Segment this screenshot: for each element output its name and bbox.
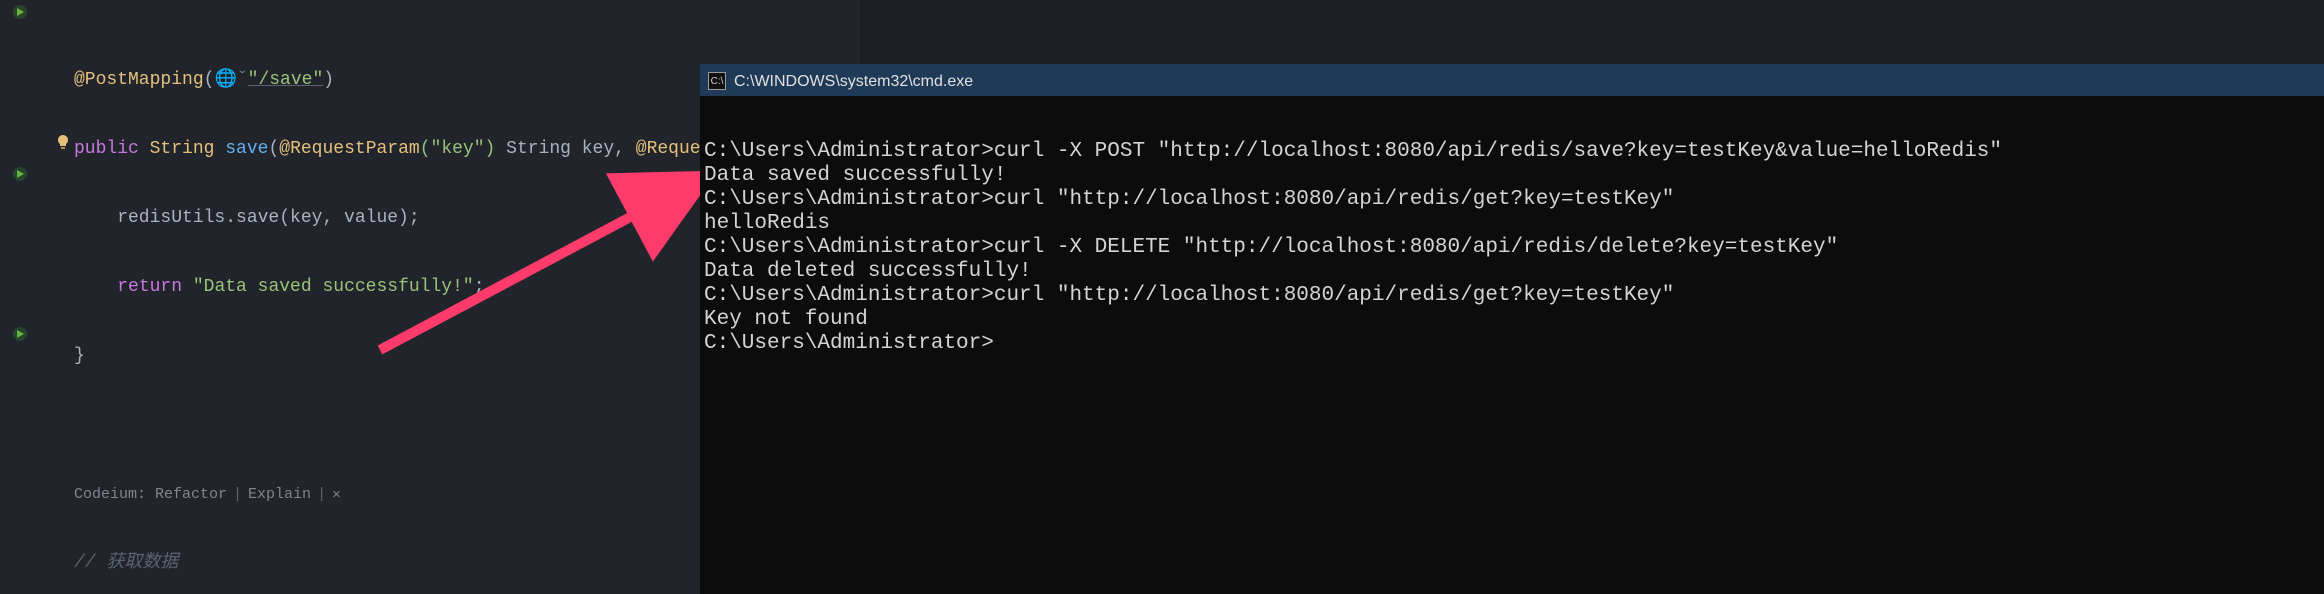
close-icon[interactable]: × (332, 483, 341, 506)
term-line: C:\Users\Administrator>curl -X POST "htt… (704, 140, 2002, 163)
term-line: C:\Users\Administrator> (704, 332, 994, 355)
cmd-title-text: C:\WINDOWS\system32\cmd.exe (734, 70, 973, 93)
annotation: @PostMapping (74, 70, 204, 90)
globe-icon[interactable]: 🌐ˇ (214, 69, 247, 92)
spring-run-icon[interactable] (12, 4, 28, 20)
term-line: Data saved successfully! (704, 164, 1006, 187)
spring-run-icon[interactable] (12, 326, 28, 342)
spring-run-icon[interactable] (12, 166, 28, 182)
url-literal: "/save" (248, 70, 324, 90)
editor-shade (860, 0, 2324, 64)
term-line: C:\Users\Administrator>curl "http://loca… (704, 188, 1674, 211)
codelens-refactor[interactable]: Codeium: Refactor (74, 483, 227, 506)
term-line: Data deleted successfully! (704, 260, 1032, 283)
cmd-icon: C:\ (708, 72, 726, 90)
editor-gutter (0, 0, 40, 594)
term-line: Key not found (704, 308, 868, 331)
cmd-output[interactable]: C:\Users\Administrator>curl -X POST "htt… (700, 96, 2324, 384)
codelens-explain[interactable]: Explain (248, 483, 311, 506)
term-line: helloRedis (704, 212, 830, 235)
cmd-window[interactable]: C:\ C:\WINDOWS\system32\cmd.exe C:\Users… (700, 64, 2324, 594)
cmd-titlebar[interactable]: C:\ C:\WINDOWS\system32\cmd.exe (700, 66, 2324, 96)
term-line: C:\Users\Administrator>curl "http://loca… (704, 284, 1674, 307)
term-line: C:\Users\Administrator>curl -X DELETE "h… (704, 236, 1838, 259)
